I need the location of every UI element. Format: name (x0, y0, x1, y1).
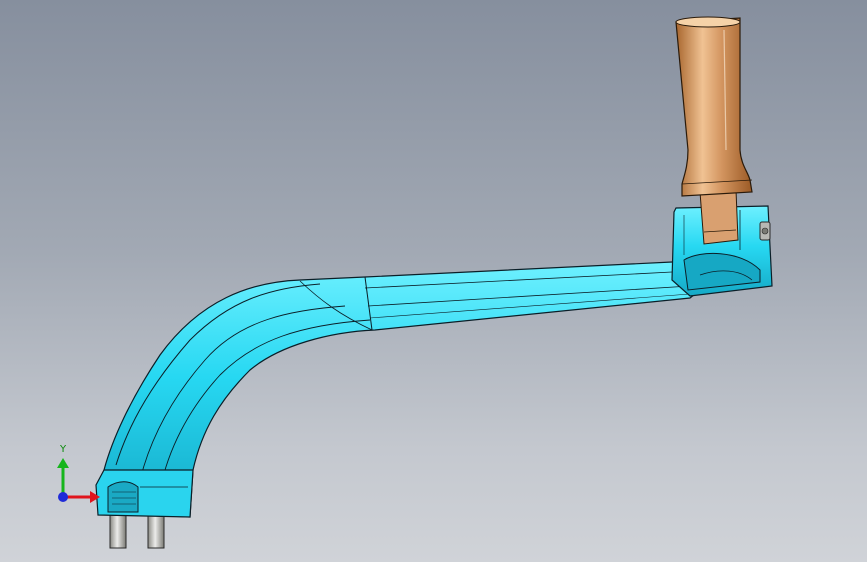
coordinate-triad: Y (57, 444, 100, 503)
y-axis-label: Y (59, 444, 67, 455)
y-axis-arrowhead (57, 458, 69, 468)
z-axis-dot (58, 492, 68, 502)
base-pin-left[interactable] (109, 513, 127, 549)
cad-scene[interactable]: Y (0, 0, 867, 562)
base-pin-right[interactable] (147, 513, 165, 549)
clevis-bolt[interactable] (759, 221, 771, 241)
handle-tongue[interactable] (699, 189, 739, 245)
arm-base-block[interactable] (95, 469, 194, 518)
handle-grip[interactable] (675, 16, 753, 197)
cad-viewport[interactable]: Y (0, 0, 867, 562)
